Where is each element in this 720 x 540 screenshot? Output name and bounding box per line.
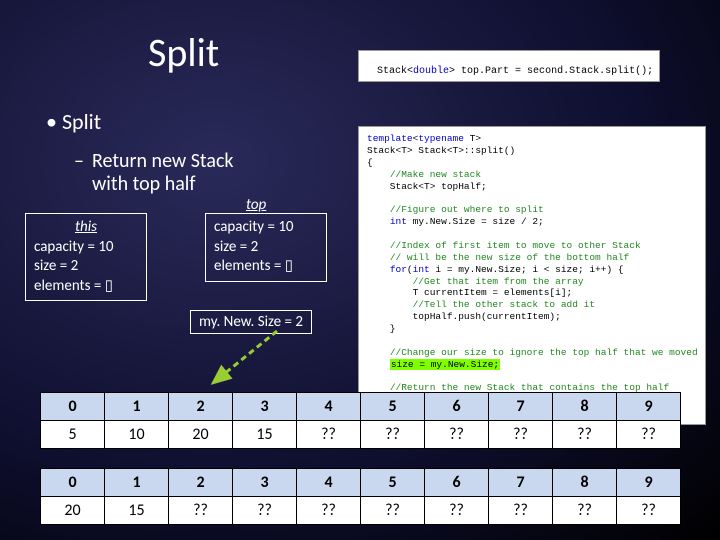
bullet-split: Split [46,108,101,135]
cell: 15 [105,497,169,525]
cell: ?? [489,421,553,449]
code1-text: Stack<double> top.Part = second.Stack.sp… [377,66,653,77]
code-snippet-impl: template<typename T> Stack<T> Stack<T>::… [358,126,706,425]
cell: 7 [489,469,553,497]
array-table-this: 0 1 2 3 4 5 6 7 8 9 5 10 20 15 ?? ?? ?? … [40,392,681,449]
cell: 4 [297,469,361,497]
box-this: this capacity = 10 size = 2 elements = ▯ [25,213,147,301]
cell: 6 [425,393,489,421]
cell: ?? [553,497,617,525]
cell: 0 [41,393,105,421]
cell: 15 [233,421,297,449]
cell: 1 [105,393,169,421]
dashed-arrow [207,328,287,388]
array-table-top: 0 1 2 3 4 5 6 7 8 9 20 15 ?? ?? ?? ?? ??… [40,468,681,525]
cell: 3 [233,469,297,497]
bullet-return-line1: Return new Stack [92,149,234,173]
cell: 20 [169,421,233,449]
cell: 9 [617,393,681,421]
cell: 3 [233,393,297,421]
cell: 7 [489,393,553,421]
mynewsize-box: my. New. Size = 2 [190,310,312,334]
box-this-elem: elements = ▯ [34,277,138,297]
box-top-elem: elements = ▯ [214,257,318,277]
slide-title: Split [148,28,219,77]
bullet-return: Return new Stack with top half [92,150,234,196]
cell: ?? [297,497,361,525]
top-label: top [246,196,266,214]
cell: ?? [425,497,489,525]
cell: 1 [105,469,169,497]
cell: 2 [169,393,233,421]
cell: 8 [553,469,617,497]
cell: 5 [361,393,425,421]
cell: ?? [617,497,681,525]
cell: 5 [361,469,425,497]
cell: 8 [553,393,617,421]
cell: ?? [297,421,361,449]
cell: ?? [425,421,489,449]
box-this-size: size = 2 [34,257,138,277]
table-row: 5 10 20 15 ?? ?? ?? ?? ?? ?? [41,421,681,449]
cell: ?? [489,497,553,525]
box-top-cap: capacity = 10 [214,218,318,238]
box-this-label: this [34,218,138,238]
cell: 6 [425,469,489,497]
cell: 4 [297,393,361,421]
cell: 2 [169,469,233,497]
table-row: 0 1 2 3 4 5 6 7 8 9 [41,393,681,421]
cell: 9 [617,469,681,497]
code-snippet-call: Stack<double> top.Part = second.Stack.sp… [358,50,660,82]
cell: 5 [41,421,105,449]
box-this-cap: capacity = 10 [34,238,138,258]
cell: 0 [41,469,105,497]
cell: ?? [553,421,617,449]
cell: ?? [361,421,425,449]
cell: ?? [169,497,233,525]
cell: ?? [617,421,681,449]
cell: ?? [233,497,297,525]
table-row: 0 1 2 3 4 5 6 7 8 9 [41,469,681,497]
cell: ?? [361,497,425,525]
table-row: 20 15 ?? ?? ?? ?? ?? ?? ?? ?? [41,497,681,525]
box-top-size: size = 2 [214,238,318,258]
cell: 10 [105,421,169,449]
box-top: capacity = 10 size = 2 elements = ▯ [205,213,327,282]
bullet-return-line2: with top half [92,172,195,196]
cell: 20 [41,497,105,525]
